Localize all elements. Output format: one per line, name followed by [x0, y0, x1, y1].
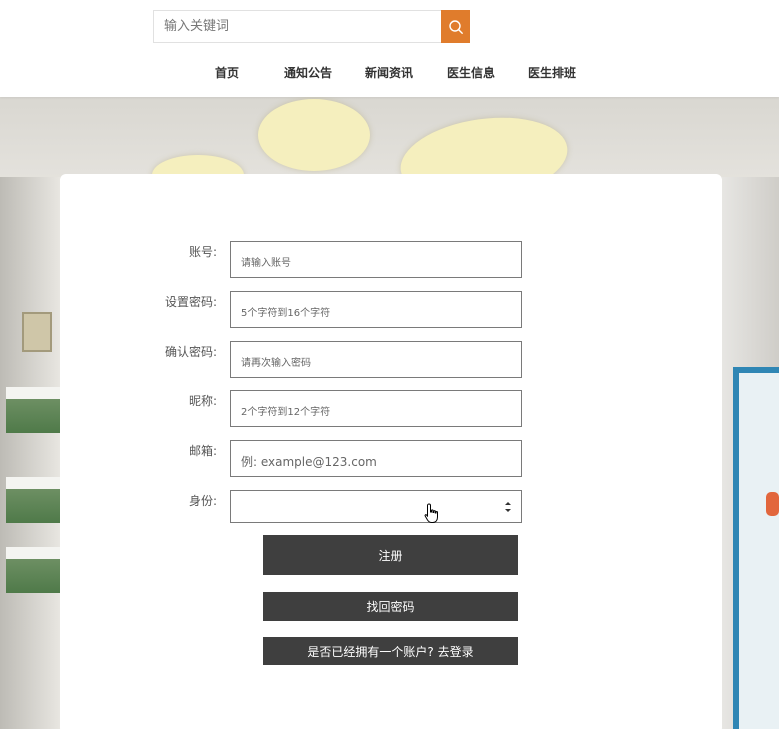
shelf [6, 477, 60, 523]
search-icon [448, 19, 463, 34]
password-label: 设置密码: [164, 295, 217, 309]
confirm-password-row: 确认密码: [60, 341, 722, 378]
search-input[interactable] [153, 10, 441, 43]
email-row: 邮箱: [60, 440, 722, 477]
wall-picture [22, 312, 52, 352]
chevron-up-down-icon [505, 502, 511, 512]
password-input[interactable] [230, 291, 522, 328]
shelf [6, 387, 60, 433]
identity-row: 身份: [60, 490, 722, 527]
identity-label: 身份: [188, 494, 217, 508]
email-input[interactable] [230, 440, 522, 477]
nickname-row: 昵称: [60, 390, 722, 427]
account-row: 账号: [60, 241, 722, 278]
identity-select[interactable] [230, 490, 522, 523]
main-nav: 首页 通知公告 新闻资讯 医生信息 医生排班 [0, 64, 779, 82]
shelf [6, 547, 60, 593]
find-password-button[interactable]: 找回密码 [263, 592, 518, 621]
nav-item-doctors[interactable]: 医生信息 [447, 64, 495, 81]
login-link-button[interactable]: 是否已经拥有一个账户? 去登录 [263, 637, 518, 665]
nav-item-news[interactable]: 新闻资讯 [365, 64, 413, 81]
header: 首页 通知公告 新闻资讯 医生信息 医生排班 [0, 0, 779, 97]
nav-item-schedule[interactable]: 医生排班 [528, 64, 576, 81]
left-wall [0, 177, 60, 729]
confirm-password-label: 确认密码: [164, 345, 217, 359]
account-input[interactable] [230, 241, 522, 278]
register-page: 首页 通知公告 新闻资讯 医生信息 医生排班 账号: 设置密码: [0, 0, 779, 729]
search-button[interactable] [441, 10, 470, 43]
confirm-password-input[interactable] [230, 341, 522, 378]
nav-item-home[interactable]: 首页 [215, 64, 239, 81]
register-card: 账号: 设置密码: 确认密码: 昵称: 邮箱: 身份: [60, 174, 722, 729]
door-decoration [766, 492, 779, 516]
nav-item-notices[interactable]: 通知公告 [284, 64, 332, 81]
email-label: 邮箱: [188, 444, 217, 458]
hand-pointer-icon [424, 503, 438, 523]
nickname-input[interactable] [230, 390, 522, 427]
nickname-label: 昵称: [188, 394, 217, 408]
register-button[interactable]: 注册 [263, 535, 518, 575]
door-frame [733, 367, 779, 729]
account-label: 账号: [188, 245, 217, 259]
ceiling-lamp [258, 99, 370, 171]
search-bar [153, 10, 470, 43]
password-row: 设置密码: [60, 291, 722, 328]
